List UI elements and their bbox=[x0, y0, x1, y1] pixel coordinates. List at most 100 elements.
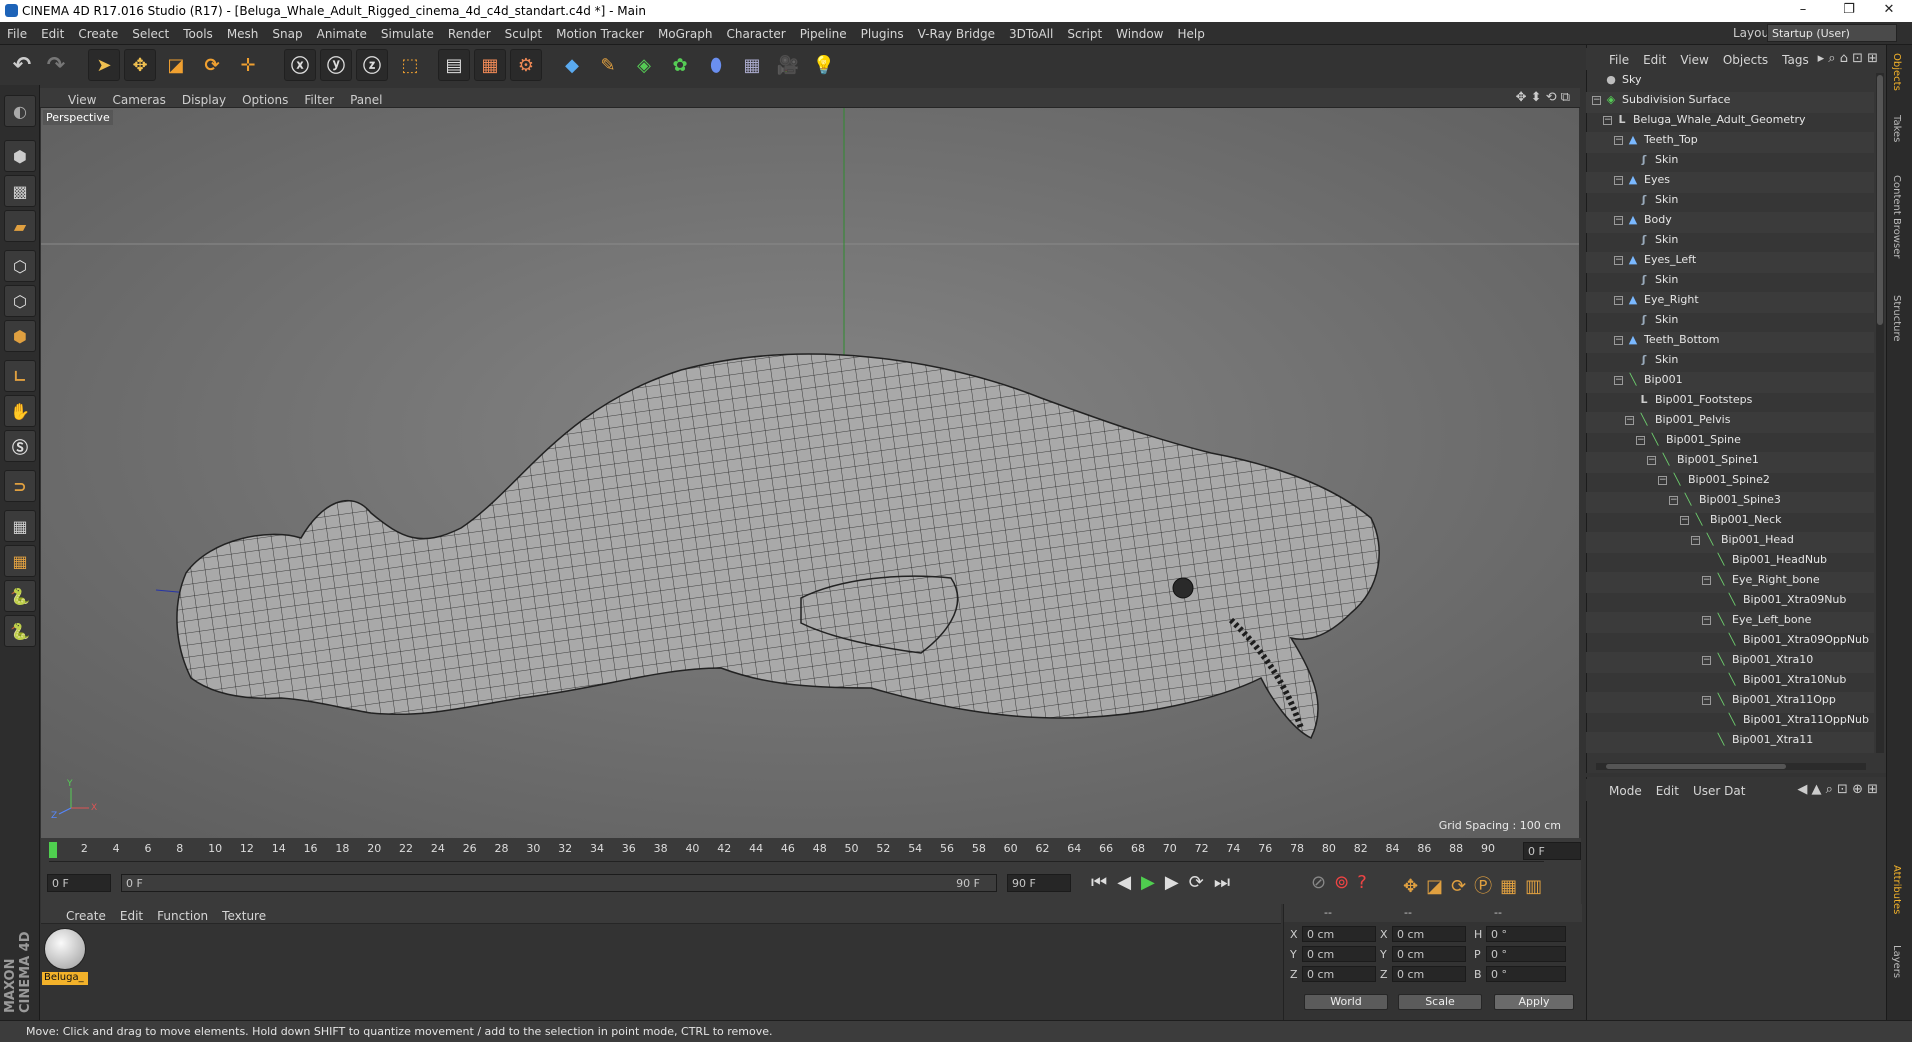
object-row[interactable]: −ʃSkin bbox=[1586, 233, 1874, 253]
object-row[interactable]: − ╲ Bip001_Spine1 bbox=[1586, 453, 1874, 473]
expand-collapse-icon[interactable]: − bbox=[1614, 295, 1623, 305]
menu-v-ray-bridge[interactable]: V-Ray Bridge bbox=[911, 27, 1002, 41]
viewport-menu-panel[interactable]: Panel bbox=[342, 93, 390, 107]
expand-collapse-icon[interactable]: − bbox=[1658, 475, 1667, 485]
viewport-menu-filter[interactable]: Filter bbox=[296, 93, 342, 107]
attribute-menu-mode[interactable]: Mode bbox=[1602, 784, 1649, 798]
size-field[interactable]: 0 cm bbox=[1392, 946, 1466, 962]
close-button[interactable]: ✕ bbox=[1866, 0, 1912, 22]
cube-primitive-icon[interactable]: ◆ bbox=[556, 49, 588, 81]
z-axis-lock-icon[interactable]: ⓩ bbox=[356, 49, 388, 81]
perspective-viewport[interactable]: Y X Z Perspective Grid Spacing : 100 cm bbox=[41, 108, 1579, 838]
material-swatch[interactable] bbox=[44, 928, 86, 970]
transform-tool-icon[interactable]: ✛ bbox=[232, 49, 264, 81]
menu-window[interactable]: Window bbox=[1109, 27, 1170, 41]
object-row[interactable]: −╲Bip001_Xtra11OppNub bbox=[1586, 713, 1874, 733]
menu-simulate[interactable]: Simulate bbox=[374, 27, 441, 41]
expand-collapse-icon[interactable]: − bbox=[1702, 695, 1711, 705]
tab-structure[interactable]: Structure bbox=[1891, 295, 1902, 342]
position-field[interactable]: 0 cm bbox=[1302, 946, 1376, 962]
object-row[interactable]: − ╲ Bip001_Neck bbox=[1586, 513, 1874, 533]
object-row[interactable]: − ▲ Body bbox=[1586, 213, 1874, 233]
planar-workplane-icon[interactable]: ▦ bbox=[4, 545, 36, 577]
render-picture-viewer-icon[interactable]: ▦ bbox=[474, 49, 506, 81]
viewport-menu-display[interactable]: Display bbox=[174, 93, 234, 107]
object-menu-objects[interactable]: Objects bbox=[1716, 53, 1775, 67]
menu-edit[interactable]: Edit bbox=[34, 27, 71, 41]
expand-collapse-icon[interactable]: − bbox=[1614, 215, 1623, 225]
object-row[interactable]: −ʃSkin bbox=[1586, 193, 1874, 213]
menu-mograph[interactable]: MoGraph bbox=[651, 27, 720, 41]
python-script-icon[interactable]: 🐍 bbox=[4, 580, 36, 612]
material-menu-function[interactable]: Function bbox=[150, 909, 215, 923]
object-row[interactable]: −╲Bip001_HeadNub bbox=[1586, 553, 1874, 573]
camera-icon[interactable]: 🎥 bbox=[772, 49, 804, 81]
rotation-field[interactable]: 0 ° bbox=[1486, 946, 1566, 962]
rotation-field[interactable]: 0 ° bbox=[1486, 926, 1566, 942]
object-row[interactable]: − ╲ Bip001_Xtra11Opp bbox=[1586, 693, 1874, 713]
object-menu-view[interactable]: View bbox=[1673, 53, 1715, 67]
object-row[interactable]: −ʃSkin bbox=[1586, 273, 1874, 293]
tab-attributes[interactable]: Attributes bbox=[1891, 865, 1902, 914]
deformer-icon[interactable]: ⬮ bbox=[700, 49, 732, 81]
apply-button[interactable]: Apply bbox=[1494, 994, 1574, 1010]
object-menu-edit[interactable]: Edit bbox=[1636, 53, 1673, 67]
expand-collapse-icon[interactable]: − bbox=[1636, 435, 1645, 445]
attribute-nav-icons[interactable]: ◀ ▲ ⌕ ⊡ ⊕ ⊞ bbox=[1797, 782, 1878, 797]
menu-create[interactable]: Create bbox=[71, 27, 125, 41]
object-row[interactable]: −ʃSkin bbox=[1586, 153, 1874, 173]
object-row[interactable]: − ╲ Bip001_Xtra10 bbox=[1586, 653, 1874, 673]
tab-objects[interactable]: Objects bbox=[1891, 53, 1902, 91]
menu-plugins[interactable]: Plugins bbox=[854, 27, 911, 41]
menu-animate[interactable]: Animate bbox=[310, 27, 374, 41]
object-row[interactable]: − ╲ Bip001_Head bbox=[1586, 533, 1874, 553]
expand-collapse-icon[interactable]: − bbox=[1702, 575, 1711, 585]
rotation-field[interactable]: 0 ° bbox=[1486, 966, 1566, 982]
axis-mode-icon[interactable]: ∟ bbox=[4, 360, 36, 392]
expand-collapse-icon[interactable]: − bbox=[1625, 415, 1634, 425]
object-row[interactable]: − ╲ Bip001_Spine3 bbox=[1586, 493, 1874, 513]
object-menu-file[interactable]: File bbox=[1602, 53, 1636, 67]
solo-icon[interactable]: Ⓢ bbox=[4, 430, 36, 462]
make-editable-icon[interactable]: ◐ bbox=[4, 95, 36, 127]
object-row[interactable]: −╲Bip001_Xtra11 bbox=[1586, 733, 1874, 753]
floor-icon[interactable]: ▦ bbox=[736, 49, 768, 81]
material-menu-create[interactable]: Create bbox=[59, 909, 113, 923]
object-tree-hscrollbar[interactable] bbox=[1596, 763, 1866, 770]
hscrollbar-thumb[interactable] bbox=[1606, 764, 1786, 769]
viewport-menu-view[interactable]: View bbox=[60, 93, 104, 107]
texture-mode-icon[interactable]: ▩ bbox=[4, 175, 36, 207]
viewport-menu-cameras[interactable]: Cameras bbox=[104, 93, 173, 107]
timeline-ruler[interactable]: 0246810121416182022242628303234363840424… bbox=[41, 838, 1581, 864]
coord-mode-select[interactable]: World bbox=[1304, 994, 1388, 1010]
menu-select[interactable]: Select bbox=[125, 27, 176, 41]
object-row[interactable]: −╲Bip001_Xtra09OppNub bbox=[1586, 633, 1874, 653]
object-row[interactable]: − ◈ Subdivision Surface bbox=[1586, 93, 1874, 113]
object-row[interactable]: − ╲ Bip001_Spine2 bbox=[1586, 473, 1874, 493]
tab-content-browser[interactable]: Content Browser bbox=[1891, 175, 1902, 258]
menu-file[interactable]: File bbox=[0, 27, 34, 41]
expand-collapse-icon[interactable]: − bbox=[1702, 655, 1711, 665]
position-field[interactable]: 0 cm bbox=[1302, 926, 1376, 942]
expand-collapse-icon[interactable]: − bbox=[1614, 175, 1623, 185]
rotate-tool-icon[interactable]: ⟳ bbox=[196, 49, 228, 81]
cloner-icon[interactable]: ✿ bbox=[664, 49, 696, 81]
material-menu-texture[interactable]: Texture bbox=[215, 909, 273, 923]
menu-motion-tracker[interactable]: Motion Tracker bbox=[549, 27, 651, 41]
model-mode-icon[interactable]: ⬢ bbox=[4, 140, 36, 172]
polygons-mode-icon[interactable]: ⬢ bbox=[4, 320, 36, 352]
object-row[interactable]: − ╲ Bip001_Pelvis bbox=[1586, 413, 1874, 433]
viewport-nav-icons[interactable]: ✥ ⬍ ⟲ ⧉ bbox=[1516, 90, 1570, 105]
python-script2-icon[interactable]: 🐍 bbox=[4, 615, 36, 647]
object-row[interactable]: − ▲ Eyes_Left bbox=[1586, 253, 1874, 273]
object-row[interactable]: − ▲ Eye_Right bbox=[1586, 293, 1874, 313]
object-row[interactable]: −╲Bip001_Xtra09Nub bbox=[1586, 593, 1874, 613]
menu-render[interactable]: Render bbox=[441, 27, 498, 41]
menu-3dtoall[interactable]: 3DToAll bbox=[1002, 27, 1060, 41]
menu-script[interactable]: Script bbox=[1060, 27, 1109, 41]
object-row[interactable]: − ▲ Teeth_Top bbox=[1586, 133, 1874, 153]
size-field[interactable]: 0 cm bbox=[1392, 966, 1466, 982]
expand-collapse-icon[interactable]: − bbox=[1592, 95, 1601, 105]
expand-collapse-icon[interactable]: − bbox=[1614, 255, 1623, 265]
subdivision-surface-icon[interactable]: ◈ bbox=[628, 49, 660, 81]
